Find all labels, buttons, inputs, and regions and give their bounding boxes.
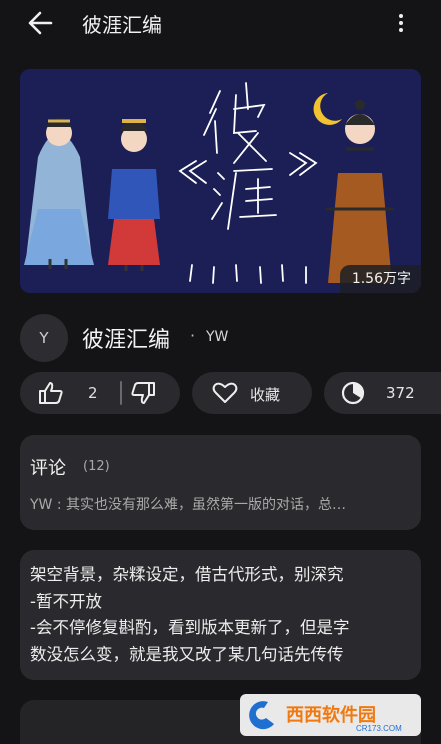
description-line: 架空背景，杂糅设定，借古代形式，别深究 [30, 565, 344, 584]
description-line: -暂不开放 [30, 591, 102, 611]
read-count-pill: 372 [324, 372, 441, 414]
watermark-brand: 西西软件园 [286, 704, 376, 725]
clock-icon [340, 381, 366, 405]
watermark-logo: 西西软件园 CR173.COM [240, 694, 421, 736]
description-line: -会不停修复斟酌，看到版本更新了，但是字 [30, 618, 350, 637]
description-line: 数没怎么变，就是我又改了某几句话先传传 [30, 644, 344, 664]
page-title: 彼涯汇编 [82, 13, 162, 37]
read-count: 372 [386, 384, 415, 402]
favorite-button[interactable]: 收藏 [192, 372, 312, 414]
app-bar: 彼涯汇编 [0, 0, 441, 46]
author-name[interactable]: YW [206, 329, 228, 345]
like-count: 2 [88, 384, 98, 402]
comment-preview: YW : 其实也没有那么难，虽然第一版的对话，总… [30, 497, 347, 513]
cover-image[interactable]: 1.56万字 [20, 69, 421, 293]
thumbs-up-icon[interactable] [38, 381, 64, 405]
author-avatar[interactable]: Y [20, 314, 68, 362]
heart-icon [212, 381, 238, 405]
word-count-badge: 1.56万字 [339, 265, 421, 293]
description-card: 架空背景，杂糅设定，借古代形式，别深究 -暂不开放 -会不停修复斟酌，看到版本更… [20, 550, 421, 680]
vote-pill: 2 [20, 372, 180, 414]
separator-dot: · [190, 326, 196, 345]
comments-count: (12) [83, 459, 110, 474]
watermark-url: CR173.COM [356, 724, 402, 733]
favorite-label: 收藏 [250, 386, 281, 404]
more-options-icon[interactable] [392, 10, 410, 36]
comments-card[interactable]: 评论 (12) YW : 其实也没有那么难，虽然第一版的对话，总… [20, 435, 421, 530]
vote-divider [120, 381, 122, 405]
work-title: 彼涯汇编 [82, 328, 171, 353]
thumbs-down-icon[interactable] [130, 381, 156, 405]
comments-title: 评论 [30, 458, 66, 479]
back-arrow-icon[interactable] [26, 10, 54, 36]
